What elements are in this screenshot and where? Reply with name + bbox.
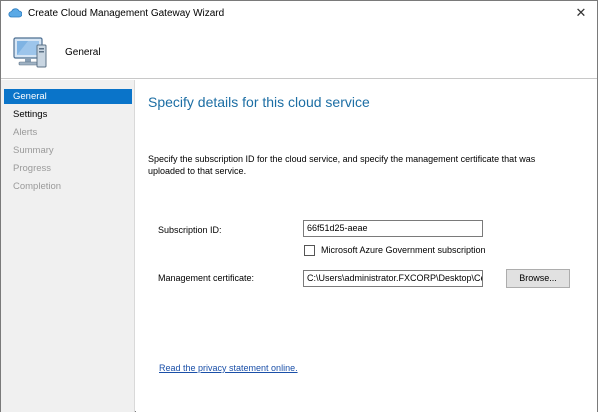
step-general[interactable]: General bbox=[4, 89, 132, 104]
management-certificate-input[interactable]: C:\Users\administrator.FXCORP\Desktop\Ce bbox=[303, 270, 483, 287]
subscription-id-input[interactable]: 66f51d25-aeae bbox=[303, 220, 483, 237]
step-completion: Completion bbox=[13, 181, 62, 192]
close-icon: ✕ bbox=[575, 5, 587, 20]
header-title: General bbox=[65, 47, 101, 58]
cloud-icon bbox=[8, 8, 22, 18]
step-settings[interactable]: Settings bbox=[4, 107, 132, 122]
subscription-id-label: Subscription ID: bbox=[158, 225, 222, 235]
wizard-steps-sidebar: General Settings Alerts Summary Progress… bbox=[1, 80, 135, 412]
gov-subscription-checkbox[interactable] bbox=[304, 245, 315, 256]
management-certificate-label: Management certificate: bbox=[158, 273, 255, 283]
privacy-statement-link[interactable]: Read the privacy statement online. bbox=[159, 363, 298, 373]
page-heading: Specify details for this cloud service bbox=[148, 94, 370, 110]
title-bar: Create Cloud Management Gateway Wizard ✕ bbox=[1, 1, 597, 27]
gov-subscription-label: Microsoft Azure Government subscription bbox=[321, 245, 486, 255]
close-button[interactable]: ✕ bbox=[569, 3, 593, 23]
step-progress: Progress bbox=[13, 163, 52, 174]
browse-button[interactable]: Browse... bbox=[506, 269, 570, 288]
wizard-content: Specify details for this cloud service S… bbox=[136, 80, 597, 412]
computer-icon bbox=[13, 37, 47, 68]
step-alerts: Alerts bbox=[13, 127, 38, 138]
instructions-text: Specify the subscription ID for the clou… bbox=[148, 154, 536, 176]
wizard-window: Create Cloud Management Gateway Wizard ✕… bbox=[0, 0, 598, 412]
window-title: Create Cloud Management Gateway Wizard bbox=[28, 8, 225, 19]
wizard-header: General bbox=[1, 27, 597, 79]
step-summary: Summary bbox=[13, 145, 54, 156]
